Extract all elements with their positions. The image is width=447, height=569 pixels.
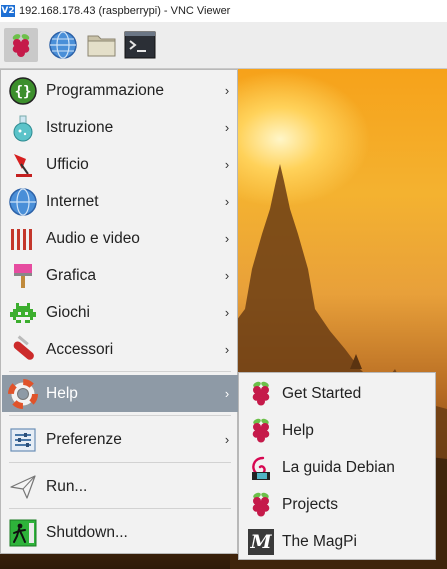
raspberry-menu-icon [12,34,30,57]
svg-text:{}: {} [15,84,32,100]
preferences-icon [8,425,38,455]
menu-item-ufficio[interactable]: Ufficio › [2,146,238,183]
submenu-item-guida-debian[interactable]: La guida Debian [240,449,435,486]
window-title: 192.168.178.43 (raspberrypi) - VNC Viewe… [19,5,231,17]
menu-item-label: Preferenze [46,430,122,448]
submenu-arrow-icon: › [224,305,230,320]
magpi-logo: M [248,528,274,555]
menu-item-help[interactable]: Help › [2,375,238,412]
submenu-item-label: La guida Debian [282,458,395,476]
raspberry-icon [247,379,275,409]
help-submenu: Get Started Help La guida Debian Project… [238,372,436,560]
shutdown-icon [8,518,38,548]
debian-icon [247,453,275,483]
menu-item-label: Shutdown... [46,523,128,541]
raspberry-menu-button[interactable] [4,28,38,62]
menu-item-label: Programmazione [46,81,165,99]
submenu-item-label: Get Started [282,384,362,402]
menu-item-label: Help [46,384,78,402]
web-browser-button[interactable] [47,29,79,61]
menu-item-run[interactable]: Run... [2,468,238,505]
menu-item-label: Grafica [46,266,96,284]
menu-separator [9,415,231,416]
submenu-arrow-icon: › [224,157,230,172]
web-browser-icon [49,31,77,59]
submenu-item-help[interactable]: Help [240,412,435,449]
file-manager-button[interactable] [86,29,118,61]
terminal-icon [124,31,156,59]
submenu-item-projects[interactable]: Projects [240,486,435,523]
menu-item-label: Ufficio [46,155,89,173]
menu-item-internet[interactable]: Internet › [2,183,238,220]
run-icon [8,472,38,502]
submenu-item-label: The MagPi [282,532,357,550]
submenu-arrow-icon: › [224,83,230,98]
menu-separator [9,462,231,463]
menu-item-istruzione[interactable]: Istruzione › [2,109,238,146]
application-menu: {} Programmazione › Istruzione › Ufficio… [0,69,238,554]
submenu-arrow-icon: › [224,194,230,209]
menu-item-accessori[interactable]: Accessori › [2,331,238,368]
file-manager-icon [87,35,116,57]
submenu-arrow-icon: › [224,231,230,246]
submenu-arrow-icon: › [224,268,230,283]
raspberry-icon [247,490,275,520]
menu-item-preferenze[interactable]: Preferenze › [2,421,238,458]
menu-item-label: Istruzione [46,118,114,136]
menu-item-programmazione[interactable]: {} Programmazione › [2,72,238,109]
terminal-button[interactable] [124,29,156,61]
accessories-icon [8,334,38,365]
programming-icon: {} [8,76,38,106]
education-icon [8,113,38,143]
submenu-arrow-icon: › [224,342,230,357]
taskbar [0,22,447,69]
submenu-item-get-started[interactable]: Get Started [240,375,435,412]
help-lifebuoy-icon [8,378,38,409]
submenu-arrow-icon: › [224,432,230,447]
magpi-icon: M [247,527,275,557]
submenu-item-label: Help [282,421,314,439]
menu-separator [9,508,231,509]
submenu-item-label: Projects [282,495,338,513]
graphics-icon [8,261,38,291]
audio-video-icon [8,224,38,254]
menu-item-label: Internet [46,192,99,210]
internet-globe-icon [8,187,38,217]
menu-item-label: Run... [46,477,88,495]
submenu-item-magpi[interactable]: M The MagPi [240,523,435,560]
submenu-arrow-icon: › [224,386,230,401]
vnc-logo-icon: V2 [1,5,15,17]
menu-item-shutdown[interactable]: Shutdown... [2,514,238,551]
office-icon [8,150,38,180]
games-icon [8,298,38,328]
menu-item-label: Giochi [46,303,90,321]
menu-item-grafica[interactable]: Grafica › [2,257,238,294]
menu-item-label: Audio e video [46,229,140,247]
menu-item-audio-video[interactable]: Audio e video › [2,220,238,257]
submenu-arrow-icon: › [224,120,230,135]
menu-item-giochi[interactable]: Giochi › [2,294,238,331]
window-titlebar: V2 192.168.178.43 (raspberrypi) - VNC Vi… [0,0,447,23]
menu-separator [9,371,231,372]
menu-item-label: Accessori [46,340,114,358]
raspberry-icon [247,416,275,446]
